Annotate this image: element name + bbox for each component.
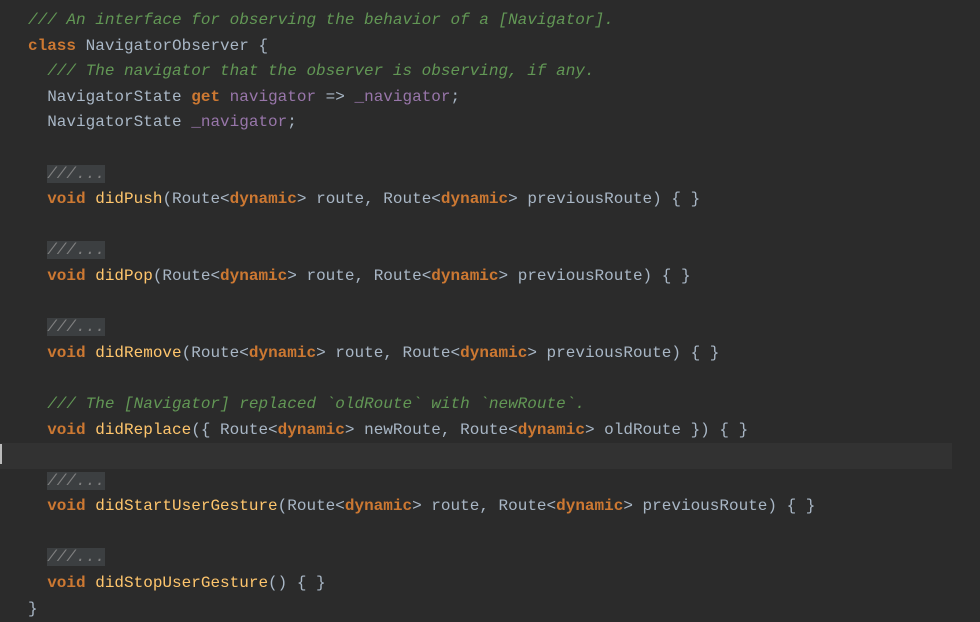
caret-line (28, 443, 980, 469)
type-name: NavigatorState (47, 88, 181, 106)
code-line: void didStartUserGesture(Route<dynamic> … (28, 494, 980, 520)
keyword-void: void (47, 267, 85, 285)
method-name: didRemove (95, 344, 181, 362)
doc-comment: /// The [Navigator] replaced `oldRoute` … (47, 395, 585, 413)
doc-comment: /// An interface for observing the behav… (28, 11, 614, 29)
code-line: /// The [Navigator] replaced `oldRoute` … (28, 392, 980, 418)
keyword-dynamic: dynamic (249, 344, 316, 362)
code-line: /// The navigator that the observer is o… (28, 59, 980, 85)
close-brace: } (28, 600, 38, 618)
code-editor[interactable]: /// An interface for observing the behav… (0, 8, 980, 622)
code-line: void didPop(Route<dynamic> route, Route<… (28, 264, 980, 290)
method-name: didPush (95, 190, 162, 208)
keyword-dynamic: dynamic (518, 421, 585, 439)
keyword-void: void (47, 344, 85, 362)
keyword-dynamic: dynamic (220, 267, 287, 285)
class-name: NavigatorObserver (86, 37, 249, 55)
type-name: NavigatorState (47, 113, 181, 131)
code-line: class NavigatorObserver { (28, 34, 980, 60)
code-line: void didRemove(Route<dynamic> route, Rou… (28, 341, 980, 367)
code-line: void didReplace({ Route<dynamic> newRout… (28, 418, 980, 444)
code-line: NavigatorState _navigator; (28, 110, 980, 136)
field-name: _navigator (191, 113, 287, 131)
folded-comment[interactable]: ///... (47, 548, 105, 566)
code-line: ///... (28, 545, 980, 571)
keyword-class: class (28, 37, 76, 55)
method-name: didStopUserGesture (95, 574, 268, 592)
code-line: ///... (28, 238, 980, 264)
code-line: NavigatorState get navigator => _navigat… (28, 85, 980, 111)
keyword-void: void (47, 190, 85, 208)
folded-comment[interactable]: ///... (47, 472, 105, 490)
keyword-void: void (47, 497, 85, 515)
keyword-dynamic: dynamic (460, 344, 527, 362)
code-line: void didPush(Route<dynamic> route, Route… (28, 187, 980, 213)
folded-comment[interactable]: ///... (47, 241, 105, 259)
blank-line (28, 520, 980, 546)
code-line: ///... (28, 315, 980, 341)
keyword-dynamic: dynamic (278, 421, 345, 439)
folded-comment[interactable]: ///... (47, 165, 105, 183)
doc-comment: /// The navigator that the observer is o… (47, 62, 594, 80)
keyword-dynamic: dynamic (441, 190, 508, 208)
keyword-void: void (47, 421, 85, 439)
code-line: void didStopUserGesture() { } (28, 571, 980, 597)
text-cursor (0, 444, 2, 464)
getter-name: navigator (230, 88, 316, 106)
keyword-get: get (191, 88, 220, 106)
method-name: didReplace (95, 421, 191, 439)
blank-line (28, 213, 980, 239)
method-name: didStartUserGesture (95, 497, 277, 515)
keyword-void: void (47, 574, 85, 592)
folded-comment[interactable]: ///... (47, 318, 105, 336)
code-line: ///... (28, 162, 980, 188)
code-line: ///... (28, 469, 980, 495)
keyword-dynamic: dynamic (431, 267, 498, 285)
field-ref: _navigator (354, 88, 450, 106)
keyword-dynamic: dynamic (556, 497, 623, 515)
blank-line (28, 136, 980, 162)
code-line: /// An interface for observing the behav… (28, 8, 980, 34)
method-name: didPop (95, 267, 153, 285)
blank-line (28, 290, 980, 316)
code-line: } (28, 597, 980, 622)
keyword-dynamic: dynamic (230, 190, 297, 208)
keyword-dynamic: dynamic (345, 497, 412, 515)
blank-line (28, 366, 980, 392)
